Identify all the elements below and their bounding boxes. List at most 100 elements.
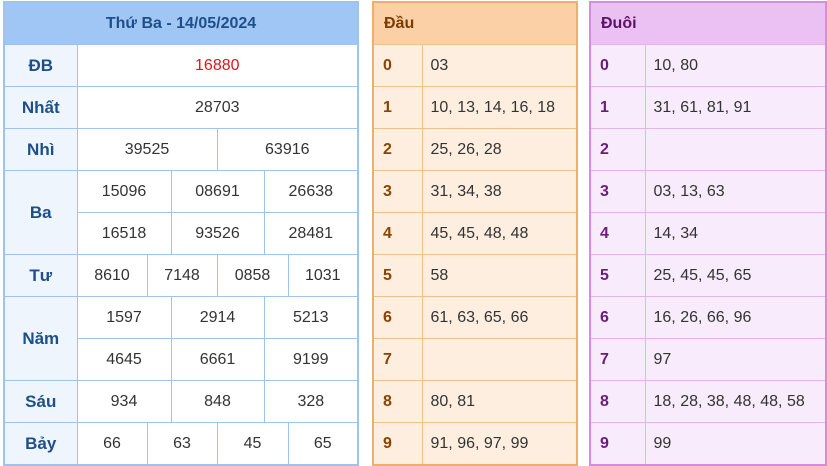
head-numbers: 25, 26, 28 bbox=[421, 128, 578, 171]
head-digit: 0 bbox=[372, 44, 423, 87]
head-row: 1 10, 13, 14, 16, 18 bbox=[372, 86, 578, 129]
prize-number: 0858 bbox=[216, 254, 289, 297]
head-row: 4 45, 45, 48, 48 bbox=[372, 212, 578, 255]
prize-row-first: Nhất 28703 bbox=[3, 86, 359, 129]
head-numbers: 61, 63, 65, 66 bbox=[421, 296, 578, 339]
head-row: 0 03 bbox=[372, 44, 578, 87]
tail-digit: 5 bbox=[589, 254, 646, 297]
head-numbers: 45, 45, 48, 48 bbox=[421, 212, 578, 255]
head-numbers: 91, 96, 97, 99 bbox=[421, 422, 578, 466]
prize-number: 15096 bbox=[76, 170, 172, 213]
prize-number: 4645 bbox=[76, 338, 172, 381]
prize-row-special: ĐB 16880 bbox=[3, 44, 359, 87]
tail-row: 0 10, 80 bbox=[589, 44, 827, 87]
tail-row: 1 31, 61, 81, 91 bbox=[589, 86, 827, 129]
prize-label: Sáu bbox=[3, 380, 78, 423]
prize-row-fifth: Năm 1597 2914 5213 bbox=[3, 296, 359, 381]
tail-numbers: 25, 45, 45, 65 bbox=[644, 254, 827, 297]
head-numbers bbox=[421, 338, 578, 381]
head-row: 7 bbox=[372, 338, 578, 381]
prize-number: 328 bbox=[263, 380, 359, 423]
head-numbers: 58 bbox=[421, 254, 578, 297]
tail-table: Đuôi 0 10, 80 1 31, 61, 81, 91 2 3 03, 13, … bbox=[589, 1, 827, 466]
prize-number: 16880 bbox=[76, 44, 359, 87]
head-row: 6 61, 63, 65, 66 bbox=[372, 296, 578, 339]
tail-row: 8 18, 28, 38, 48, 48, 58 bbox=[589, 380, 827, 423]
head-header-row: Đầu bbox=[372, 1, 578, 45]
tail-digit: 7 bbox=[589, 338, 646, 381]
tail-digit: 1 bbox=[589, 86, 646, 129]
head-digit: 3 bbox=[372, 170, 423, 213]
results-table: Thứ Ba - 14/05/2024 ĐB 16880 Nhất 28703 … bbox=[3, 1, 360, 466]
prize-row-sixth: Sáu 934 848 328 bbox=[3, 380, 359, 423]
prize-number: 9199 bbox=[263, 338, 359, 381]
prize-row-fourth: Tư 8610 7148 0858 1031 bbox=[3, 254, 359, 297]
tail-row: 2 bbox=[589, 128, 827, 171]
tail-numbers: 03, 13, 63 bbox=[644, 170, 827, 213]
tail-numbers bbox=[644, 128, 827, 171]
head-digit: 5 bbox=[372, 254, 423, 297]
prize-label: Nhì bbox=[3, 128, 78, 171]
prize-label: Ba bbox=[3, 170, 78, 255]
head-numbers: 80, 81 bbox=[421, 380, 578, 423]
tail-row: 3 03, 13, 63 bbox=[589, 170, 827, 213]
results-header-row: Thứ Ba - 14/05/2024 bbox=[3, 1, 359, 45]
head-digit: 6 bbox=[372, 296, 423, 339]
head-row: 5 58 bbox=[372, 254, 578, 297]
prize-label: Tư bbox=[3, 254, 78, 297]
prize-row-second: Nhì 39525 63916 bbox=[3, 128, 359, 171]
prize-row-third: Ba 15096 08691 26638 bbox=[3, 170, 359, 255]
tail-row: 6 16, 26, 66, 96 bbox=[589, 296, 827, 339]
prize-number: 63 bbox=[146, 422, 218, 466]
prize-number: 93526 bbox=[170, 212, 265, 255]
prize-number: 8610 bbox=[76, 254, 148, 297]
head-row: 9 91, 96, 97, 99 bbox=[372, 422, 578, 466]
tail-digit: 8 bbox=[589, 380, 646, 423]
prize-number: 1031 bbox=[287, 254, 359, 297]
tail-digit: 9 bbox=[589, 422, 646, 466]
prize-number: 7148 bbox=[146, 254, 218, 297]
tail-numbers: 14, 34 bbox=[644, 212, 827, 255]
tail-numbers: 16, 26, 66, 96 bbox=[644, 296, 827, 339]
results-title: Thứ Ba - 14/05/2024 bbox=[3, 1, 359, 45]
prize-number: 6661 bbox=[170, 338, 265, 381]
head-digit: 9 bbox=[372, 422, 423, 466]
head-digit: 4 bbox=[372, 212, 423, 255]
prize-number: 28703 bbox=[76, 86, 359, 129]
head-table: Đầu 0 03 1 10, 13, 14, 16, 18 2 25, 26, 28 … bbox=[372, 1, 579, 466]
tail-title: Đuôi bbox=[589, 1, 827, 45]
prize-row-seventh: Bảy 66 63 45 65 bbox=[3, 422, 359, 466]
head-row: 8 80, 81 bbox=[372, 380, 578, 423]
head-row: 3 31, 34, 38 bbox=[372, 170, 578, 213]
head-digit: 7 bbox=[372, 338, 423, 381]
head-numbers: 31, 34, 38 bbox=[421, 170, 578, 213]
head-digit: 1 bbox=[372, 86, 423, 129]
prize-number: 26638 bbox=[263, 170, 359, 213]
prize-number: 1597 bbox=[76, 296, 172, 339]
tail-numbers: 18, 28, 38, 48, 48, 58 bbox=[644, 380, 827, 423]
tail-numbers: 97 bbox=[644, 338, 827, 381]
tail-header-row: Đuôi bbox=[589, 1, 827, 45]
tail-digit: 4 bbox=[589, 212, 646, 255]
prize-number: 66 bbox=[76, 422, 148, 466]
tail-digit: 0 bbox=[589, 44, 646, 87]
head-row: 2 25, 26, 28 bbox=[372, 128, 578, 171]
tail-row: 7 97 bbox=[589, 338, 827, 381]
head-digit: 2 bbox=[372, 128, 423, 171]
tail-row: 9 99 bbox=[589, 422, 827, 466]
tail-digit: 3 bbox=[589, 170, 646, 213]
tail-row: 4 14, 34 bbox=[589, 212, 827, 255]
prize-number: 16518 bbox=[76, 212, 172, 255]
head-title: Đầu bbox=[372, 1, 578, 45]
prize-number: 63916 bbox=[216, 128, 359, 171]
prize-label: Năm bbox=[3, 296, 78, 381]
prize-label: Bảy bbox=[3, 422, 78, 466]
prize-number: 45 bbox=[216, 422, 289, 466]
prize-number: 2914 bbox=[170, 296, 265, 339]
prize-number: 08691 bbox=[170, 170, 265, 213]
head-numbers: 03 bbox=[421, 44, 578, 87]
prize-label: Nhất bbox=[3, 86, 78, 129]
tail-numbers: 31, 61, 81, 91 bbox=[644, 86, 827, 129]
tail-row: 5 25, 45, 45, 65 bbox=[589, 254, 827, 297]
tail-numbers: 10, 80 bbox=[644, 44, 827, 87]
